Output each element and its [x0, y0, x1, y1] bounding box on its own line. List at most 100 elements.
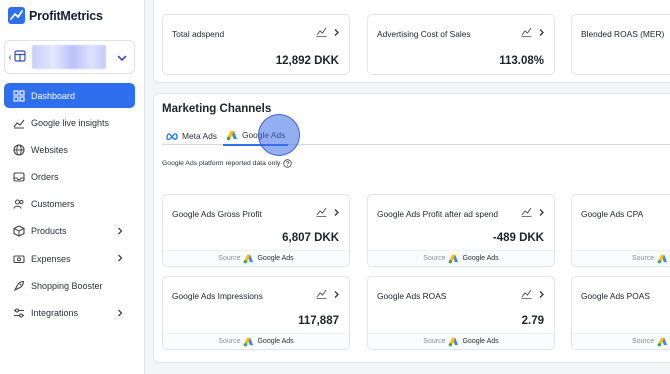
- card-title: Blended ROAS (MER): [581, 29, 665, 39]
- sidebar-item-label: Products: [31, 226, 67, 237]
- account-name-redacted: [32, 45, 106, 69]
- source-name: Google Ads: [257, 338, 294, 345]
- kpi-card-google-ads-gross-profit[interactable]: Google Ads Gross Profit 6,807 DKK Source…: [162, 194, 350, 267]
- sidebar-item-label: Integrations: [31, 308, 79, 318]
- chart-icon[interactable]: [521, 27, 532, 37]
- sidebar-item-customers[interactable]: Customers: [4, 192, 135, 217]
- sidebar-nav: Dashboard Google live insights Websites …: [4, 83, 135, 328]
- chevron-right-icon[interactable]: [333, 208, 340, 217]
- tab-label: Meta Ads: [182, 130, 217, 141]
- profitmetrics-logo-icon: [8, 7, 25, 24]
- main-content: Total adspend 12,892 DKK Advertising Cos…: [145, 0, 670, 374]
- sidebar-item-google-live-insights[interactable]: Google live insights: [4, 110, 135, 135]
- card-value: 12,892 DKK: [275, 55, 339, 67]
- card-source: Source Google Ads: [368, 333, 554, 349]
- section-title: Marketing Channels: [162, 103, 272, 115]
- sidebar-item-label: Customers: [31, 199, 75, 210]
- card-source: Source: [572, 333, 670, 349]
- app-name: ProfitMetrics: [29, 8, 103, 23]
- sidebar-item-websites[interactable]: Websites: [4, 137, 135, 162]
- google-ads-icon: [657, 254, 668, 263]
- chevron-right-icon: [118, 309, 123, 316]
- sidebar-item-shopping-booster[interactable]: Shopping Booster: [4, 273, 135, 298]
- inbox-icon: [12, 171, 25, 184]
- kpi-card-google-ads-cpa[interactable]: Google Ads CPA Source: [571, 194, 670, 267]
- kpi-card-total-adspend[interactable]: Total adspend 12,892 DKK: [162, 14, 350, 75]
- kpi-card-google-ads-poas[interactable]: Google Ads POAS Source: [571, 276, 670, 350]
- google-ads-icon: [449, 254, 459, 263]
- sidebar-item-orders[interactable]: Orders: [4, 165, 135, 190]
- source-label: Source: [218, 255, 241, 262]
- dashboard-icon: [12, 89, 25, 102]
- chart-icon[interactable]: [521, 289, 532, 299]
- trend-line-icon: [12, 116, 25, 129]
- chevron-right-icon[interactable]: [333, 28, 340, 37]
- card-value: 6,807 DKK: [282, 232, 339, 244]
- help-icon[interactable]: [283, 159, 292, 168]
- google-ads-icon: [657, 337, 668, 346]
- chart-icon[interactable]: [316, 207, 327, 217]
- chevron-right-icon: [118, 227, 123, 235]
- google-ads-icon: [244, 254, 254, 263]
- sidebar-item-label: Dashboard: [31, 90, 76, 101]
- source-name: Google Ads: [462, 338, 499, 345]
- google-ads-icon: [244, 337, 254, 346]
- card-title: Google Ads CPA: [581, 209, 644, 219]
- chevron-right-icon[interactable]: [333, 290, 340, 299]
- kpi-card-blended-roas[interactable]: Blended ROAS (MER): [571, 14, 670, 75]
- card-source: Source Google Ads: [163, 250, 349, 266]
- account-selector[interactable]: ‹: [4, 40, 135, 74]
- kpi-card-google-ads-profit-after-ad-spend[interactable]: Google Ads Profit after ad spend -489 DK…: [367, 194, 555, 267]
- google-ads-icon: [226, 130, 237, 140]
- chevron-right-icon: [118, 254, 123, 262]
- platform-note-text: Google Ads platform reported data only: [162, 160, 281, 167]
- rocket-icon: [12, 279, 25, 292]
- source-label: Source: [423, 338, 446, 345]
- kpi-card-google-ads-roas[interactable]: Google Ads ROAS 2.79 Source Google Ads: [367, 276, 555, 350]
- source-name: Google Ads: [257, 255, 294, 262]
- card-title: Google Ads POAS: [581, 291, 650, 301]
- card-source: Source: [572, 250, 670, 266]
- platform-note: Google Ads platform reported data only: [162, 159, 292, 168]
- chevron-down-icon[interactable]: [115, 51, 129, 65]
- sidebar-item-label: Shopping Booster: [31, 280, 103, 291]
- sidebar-item-integrations[interactable]: Integrations: [4, 301, 135, 326]
- users-icon: [12, 198, 25, 211]
- meta-icon: [166, 132, 178, 140]
- google-ads-icon: [449, 337, 459, 346]
- source-label: Source: [632, 255, 655, 262]
- card-title: Google Ads Impressions: [172, 291, 263, 301]
- sidebar-item-products[interactable]: Products: [4, 219, 135, 244]
- store-icon: [14, 50, 26, 62]
- source-label: Source: [218, 338, 241, 345]
- chevron-left-icon[interactable]: ‹: [6, 52, 14, 63]
- chart-icon[interactable]: [521, 207, 532, 217]
- chevron-right-icon[interactable]: [538, 290, 545, 299]
- sidebar-item-dashboard[interactable]: Dashboard: [4, 83, 135, 108]
- card-source: Source Google Ads: [368, 250, 554, 266]
- kpi-card-google-ads-impressions[interactable]: Google Ads Impressions 117,887 Source Go…: [162, 276, 350, 350]
- logo[interactable]: ProfitMetrics: [8, 7, 103, 24]
- card-value: 2.79: [521, 315, 544, 327]
- sidebar-item-label: Expenses: [31, 253, 71, 264]
- chart-icon[interactable]: [316, 27, 327, 37]
- card-title: Advertising Cost of Sales: [377, 29, 471, 39]
- box-icon: [12, 225, 25, 238]
- globe-icon: [12, 143, 25, 156]
- kpi-card-advertising-cost-of-sales[interactable]: Advertising Cost of Sales 113.08%: [367, 14, 555, 75]
- chart-icon[interactable]: [316, 289, 327, 299]
- sidebar-item-label: Orders: [31, 172, 59, 183]
- card-source: Source Google Ads: [163, 333, 349, 349]
- sidebar-item-expenses[interactable]: Expenses: [4, 246, 135, 271]
- card-title: Google Ads ROAS: [377, 291, 447, 301]
- card-title: Google Ads Profit after ad spend: [377, 209, 499, 219]
- card-value: -489 DKK: [492, 232, 544, 244]
- sidebar: ProfitMetrics ‹ Dashboard Google live in…: [0, 0, 145, 374]
- card-value: 117,887: [298, 315, 339, 327]
- source-name: Google Ads: [462, 255, 499, 262]
- card-value: 113.08%: [499, 55, 544, 67]
- chevron-right-icon[interactable]: [538, 208, 545, 217]
- tab-meta-ads[interactable]: Meta Ads: [166, 126, 217, 145]
- chevron-right-icon[interactable]: [538, 28, 545, 37]
- channel-tabs: Meta Ads Google Ads: [162, 126, 670, 146]
